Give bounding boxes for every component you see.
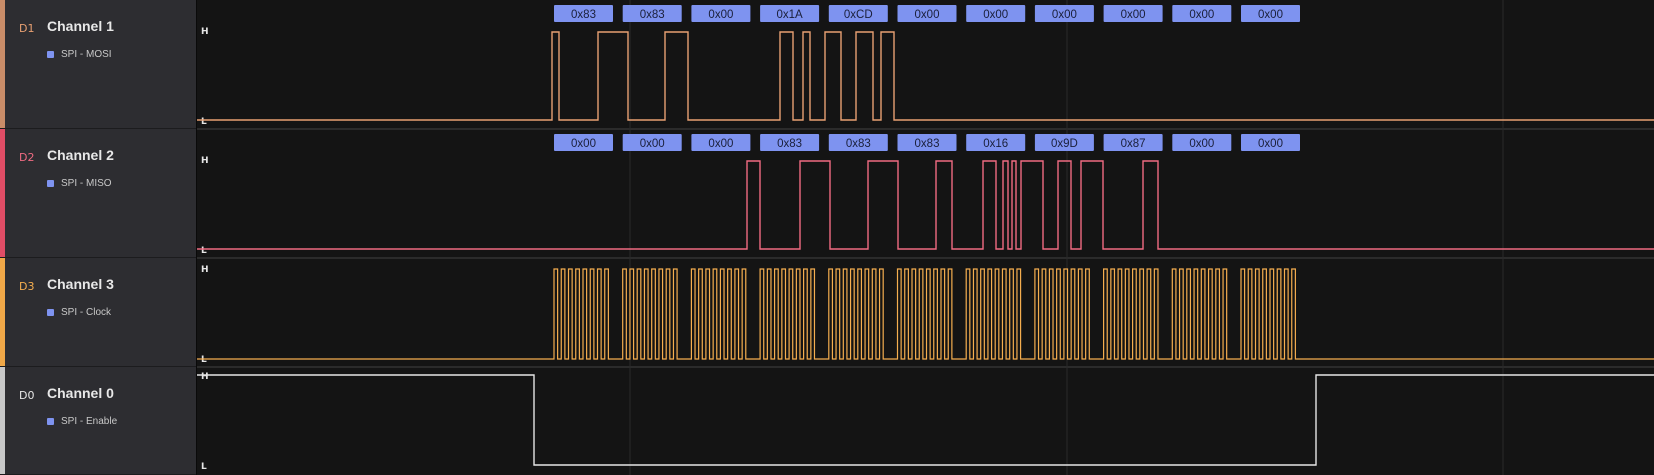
analyzer-name: SPI - MOSI: [61, 48, 112, 60]
analyzer-tag[interactable]: SPI - MISO: [47, 176, 112, 190]
level-high-label: H: [201, 372, 209, 382]
channel-label-d2[interactable]: D2 Channel 2 SPI - MISO: [0, 129, 197, 258]
byte-value-label: 0x00: [1189, 138, 1214, 150]
level-low-label: L: [201, 117, 207, 127]
byte-value-label: 0x83: [777, 138, 802, 150]
analyzer-square-icon: [47, 179, 54, 187]
byte-value-label: 0x9D: [1051, 138, 1078, 150]
channel-name[interactable]: Channel 2: [47, 147, 114, 163]
channel-color-stripe: [0, 367, 5, 474]
byte-value-label: 0x00: [1121, 9, 1146, 21]
byte-value-label: 0x83: [915, 138, 940, 150]
byte-value-label: 0x87: [1121, 138, 1146, 150]
channel-id: D0: [19, 389, 35, 402]
channel-id: D1: [19, 22, 35, 35]
byte-value-label: 0x83: [640, 9, 665, 21]
analyzer-square-icon: [47, 50, 54, 58]
byte-value-label: 0x00: [915, 9, 940, 21]
analyzer-name: SPI - MISO: [61, 177, 112, 189]
channel-label-d1[interactable]: D1 Channel 1 SPI - MOSI: [0, 0, 197, 129]
byte-value-label: 0xCD: [844, 9, 873, 21]
level-high-label: H: [201, 27, 209, 37]
logic-analyzer-window: D1 Channel 1 SPI - MOSI D2 Channel 2 SPI…: [0, 0, 1654, 475]
waveform-area[interactable]: HLHLHLHL0x83 0x83 0x00 0x1A 0xCD 0x00 0x00 0x00…: [197, 0, 1654, 475]
byte-value-label: 0x00: [983, 9, 1008, 21]
level-high-label: H: [201, 265, 209, 275]
analyzer-tag[interactable]: SPI - Clock: [47, 305, 111, 319]
level-low-label: L: [201, 462, 207, 472]
channel-id: D2: [19, 151, 35, 164]
byte-value-label: 0x00: [1258, 138, 1283, 150]
byte-value-label: 0x16: [983, 138, 1008, 150]
analyzer-name: SPI - Enable: [61, 415, 118, 427]
channel-label-d3[interactable]: D3 Channel 3 SPI - Clock: [0, 258, 197, 367]
channel-name[interactable]: Channel 1: [47, 18, 114, 34]
byte-value-label: 0x00: [1052, 9, 1077, 21]
analyzer-tag[interactable]: SPI - Enable: [47, 414, 117, 428]
channel-color-stripe: [0, 258, 5, 366]
channel-label-d0[interactable]: D0 Channel 0 SPI - Enable: [0, 367, 197, 475]
channel-id: D3: [19, 280, 35, 293]
byte-value-label: 0x00: [571, 138, 596, 150]
byte-value-label: 0x1A: [776, 9, 803, 21]
byte-value-label: 0x83: [571, 9, 596, 21]
channel-color-stripe: [0, 0, 5, 128]
channel-sidebar: D1 Channel 1 SPI - MOSI D2 Channel 2 SPI…: [0, 0, 197, 475]
waveform-background: [197, 0, 1654, 475]
byte-value-label: 0x00: [708, 9, 733, 21]
byte-value-label: 0x00: [708, 138, 733, 150]
channel-color-stripe: [0, 129, 5, 257]
level-low-label: L: [201, 246, 207, 256]
channel-name[interactable]: Channel 3: [47, 276, 114, 292]
analyzer-tag[interactable]: SPI - MOSI: [47, 47, 112, 61]
channel-name[interactable]: Channel 0: [47, 385, 114, 401]
analyzer-name: SPI - Clock: [61, 306, 112, 318]
byte-value-label: 0x00: [1189, 9, 1214, 21]
level-high-label: H: [201, 156, 209, 166]
level-low-label: L: [201, 355, 207, 365]
byte-value-label: 0x00: [640, 138, 665, 150]
analyzer-square-icon: [47, 417, 54, 425]
byte-value-label: 0x00: [1258, 9, 1283, 21]
byte-value-label: 0x83: [846, 138, 871, 150]
analyzer-square-icon: [47, 308, 54, 316]
